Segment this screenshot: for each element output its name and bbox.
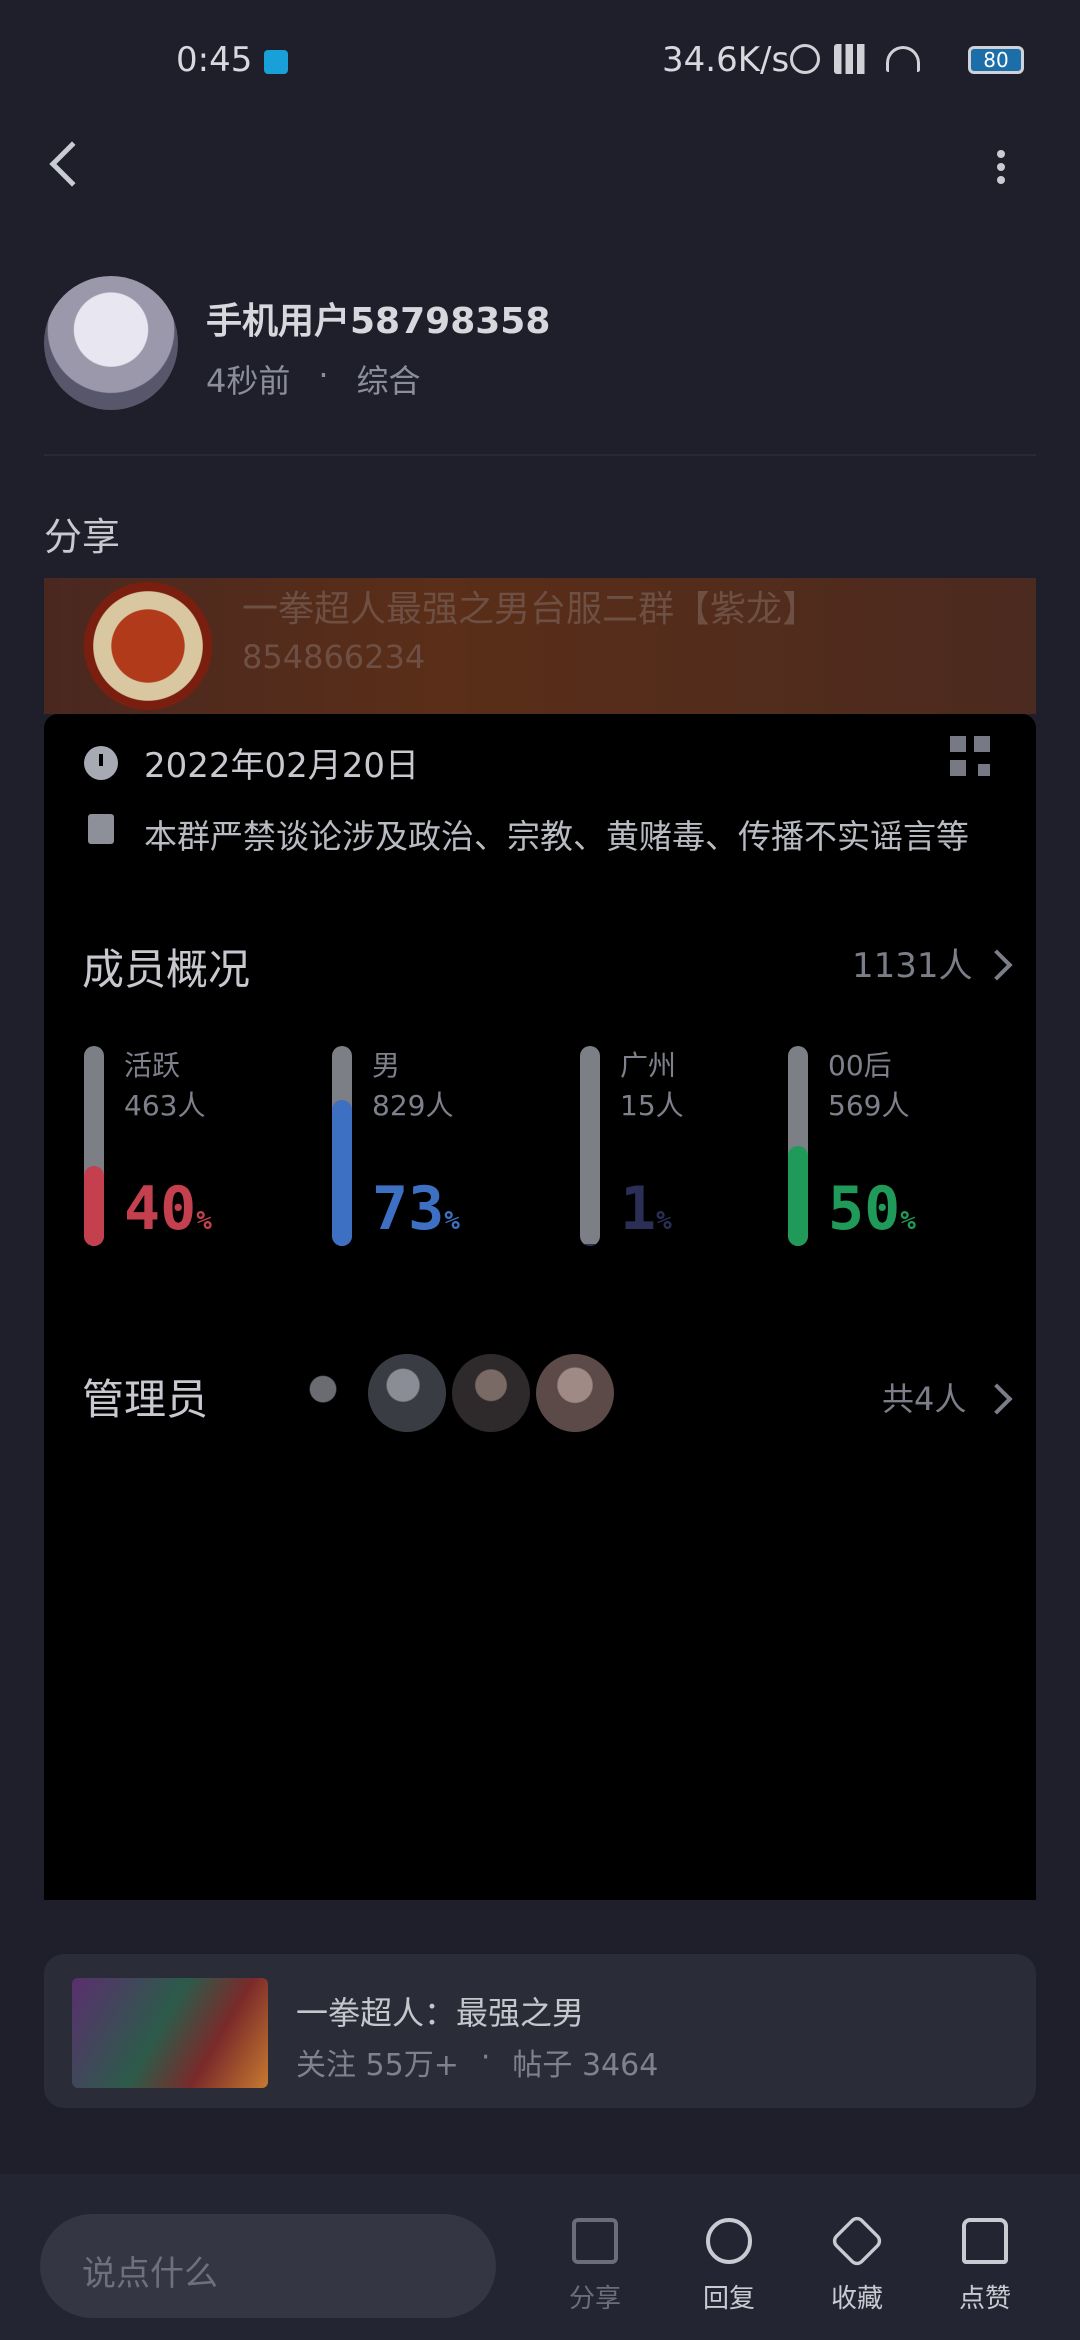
admin-avatar[interactable] xyxy=(368,1354,446,1432)
app-notification-icon xyxy=(264,50,288,74)
reply-label: 回复 xyxy=(702,2284,755,2314)
group-id: 854866234 xyxy=(242,638,426,676)
admin-avatars[interactable] xyxy=(284,1354,614,1432)
stat-count: 569人 xyxy=(828,1089,910,1122)
stat-fill xyxy=(84,1166,104,1246)
author-avatar[interactable] xyxy=(44,276,178,410)
stat-active: 活跃 463人 40% xyxy=(84,1044,284,1264)
back-icon[interactable] xyxy=(49,141,95,187)
stat-percent-value: 73 xyxy=(372,1174,445,1244)
stat-bar xyxy=(84,1046,104,1246)
bottom-bar: 说点什么 分享 回复 收藏 点赞 xyxy=(0,2174,1080,2340)
stat-percent: 50% xyxy=(828,1174,916,1244)
more-options-icon[interactable] xyxy=(996,150,1006,184)
group-banner[interactable]: 一拳超人最强之男台服二群【紫龙】 854866234 xyxy=(44,578,1036,714)
post-category[interactable]: 综合 xyxy=(357,356,421,402)
stat-percent-unit: % xyxy=(656,1206,672,1236)
like-label: 点赞 xyxy=(958,2284,1011,2314)
game-link[interactable]: 一拳超人：最强之男 关注 55万+ · 帖子 3464 xyxy=(44,1954,1036,2108)
chevron-right-icon[interactable] xyxy=(981,949,1013,981)
stat-percent-unit: % xyxy=(900,1206,916,1236)
group-rule: 本群严禁谈论涉及政治、宗教、黄赌毒、传播不实谣言等 xyxy=(144,817,969,856)
stat-location: 广州 15人 1% xyxy=(580,1044,780,1264)
post-body: 分享 xyxy=(44,515,121,559)
members-count[interactable]: 1131人 xyxy=(852,938,973,987)
clock-icon xyxy=(84,746,118,780)
post-meta: 4秒前 · 综合 xyxy=(206,356,421,402)
reply-button[interactable]: 回复 xyxy=(684,2218,774,2315)
qr-code-icon[interactable] xyxy=(950,736,990,776)
author-name[interactable]: 手机用户58798358 xyxy=(206,292,550,344)
admin-avatar[interactable] xyxy=(536,1354,614,1432)
stat-percent-unit: % xyxy=(444,1206,460,1236)
stat-percent-unit: % xyxy=(196,1206,212,1236)
status-time: 0:45 xyxy=(176,40,253,80)
post-time: 4秒前 xyxy=(206,362,291,400)
group-name: 一拳超人最强之男台服二群【紫龙】 xyxy=(242,589,819,630)
stat-count: 829人 xyxy=(372,1089,454,1122)
comment-input[interactable]: 说点什么 xyxy=(40,2214,496,2318)
chevron-right-icon[interactable] xyxy=(981,1383,1013,1415)
stat-fill xyxy=(332,1100,352,1246)
wifi-icon xyxy=(886,46,920,72)
thumbs-up-icon xyxy=(962,2218,1008,2264)
game-meta: 关注 55万+ · 帖子 3464 xyxy=(296,2040,658,2084)
favorite-button[interactable]: 收藏 xyxy=(812,2213,902,2315)
document-icon xyxy=(88,814,114,844)
game-followers: 关注 55万+ xyxy=(296,2048,459,2083)
stat-age: 00后 569人 50% xyxy=(788,1044,988,1264)
stat-percent: 73% xyxy=(372,1174,460,1244)
stat-label: 男 xyxy=(372,1049,401,1082)
stat-count: 463人 xyxy=(124,1089,206,1122)
stat-percent-value: 1 xyxy=(620,1174,657,1244)
stat-bar xyxy=(788,1046,808,1246)
stat-label: 广州 xyxy=(620,1049,677,1082)
group-card: 2022年02月20日 本群严禁谈论涉及政治、宗教、黄赌毒、传播不实谣言等 成员… xyxy=(44,714,1036,1900)
stat-label: 00后 xyxy=(828,1049,892,1082)
stat-bar xyxy=(580,1046,600,1246)
admin-count[interactable]: 共4人 xyxy=(882,1374,966,1420)
favorite-label: 收藏 xyxy=(830,2284,883,2314)
game-thumbnail xyxy=(72,1978,268,2088)
stat-fill xyxy=(788,1146,808,1246)
group-logo xyxy=(84,582,212,710)
admin-avatar[interactable] xyxy=(452,1354,530,1432)
reply-icon xyxy=(706,2218,752,2264)
stat-percent: 40% xyxy=(124,1174,212,1244)
stat-label: 活跃 xyxy=(124,1049,181,1082)
game-posts: 帖子 3464 xyxy=(512,2048,659,2083)
admin-title: 管理员 xyxy=(82,1375,209,1424)
group-date: 2022年02月20日 xyxy=(144,746,420,786)
signal-icon xyxy=(834,44,872,74)
game-name: 一拳超人：最强之男 xyxy=(296,1994,585,2032)
share-button[interactable]: 分享 xyxy=(550,2218,640,2315)
alarm-icon xyxy=(790,44,820,74)
share-label: 分享 xyxy=(568,2284,621,2314)
admin-avatar[interactable] xyxy=(284,1354,362,1432)
members-title: 成员概况 xyxy=(82,945,251,994)
stat-percent: 1% xyxy=(620,1174,672,1244)
like-button[interactable]: 点赞 xyxy=(940,2218,1030,2315)
meta-separator: · xyxy=(480,2040,491,2075)
meta-separator: · xyxy=(318,356,329,394)
share-icon xyxy=(572,2218,618,2264)
stat-count: 15人 xyxy=(620,1089,684,1122)
comment-placeholder: 说点什么 xyxy=(82,2254,218,2294)
stat-bar xyxy=(332,1046,352,1246)
stat-percent-value: 40 xyxy=(124,1174,197,1244)
star-icon xyxy=(829,2213,885,2269)
stat-percent-value: 50 xyxy=(828,1174,901,1244)
network-speed: 34.6K/s xyxy=(662,40,790,80)
status-icons xyxy=(790,44,920,74)
stat-male: 男 829人 73% xyxy=(332,1044,532,1264)
stat-fill xyxy=(580,1244,600,1246)
divider xyxy=(44,454,1036,456)
battery-icon: 80 xyxy=(968,46,1024,74)
